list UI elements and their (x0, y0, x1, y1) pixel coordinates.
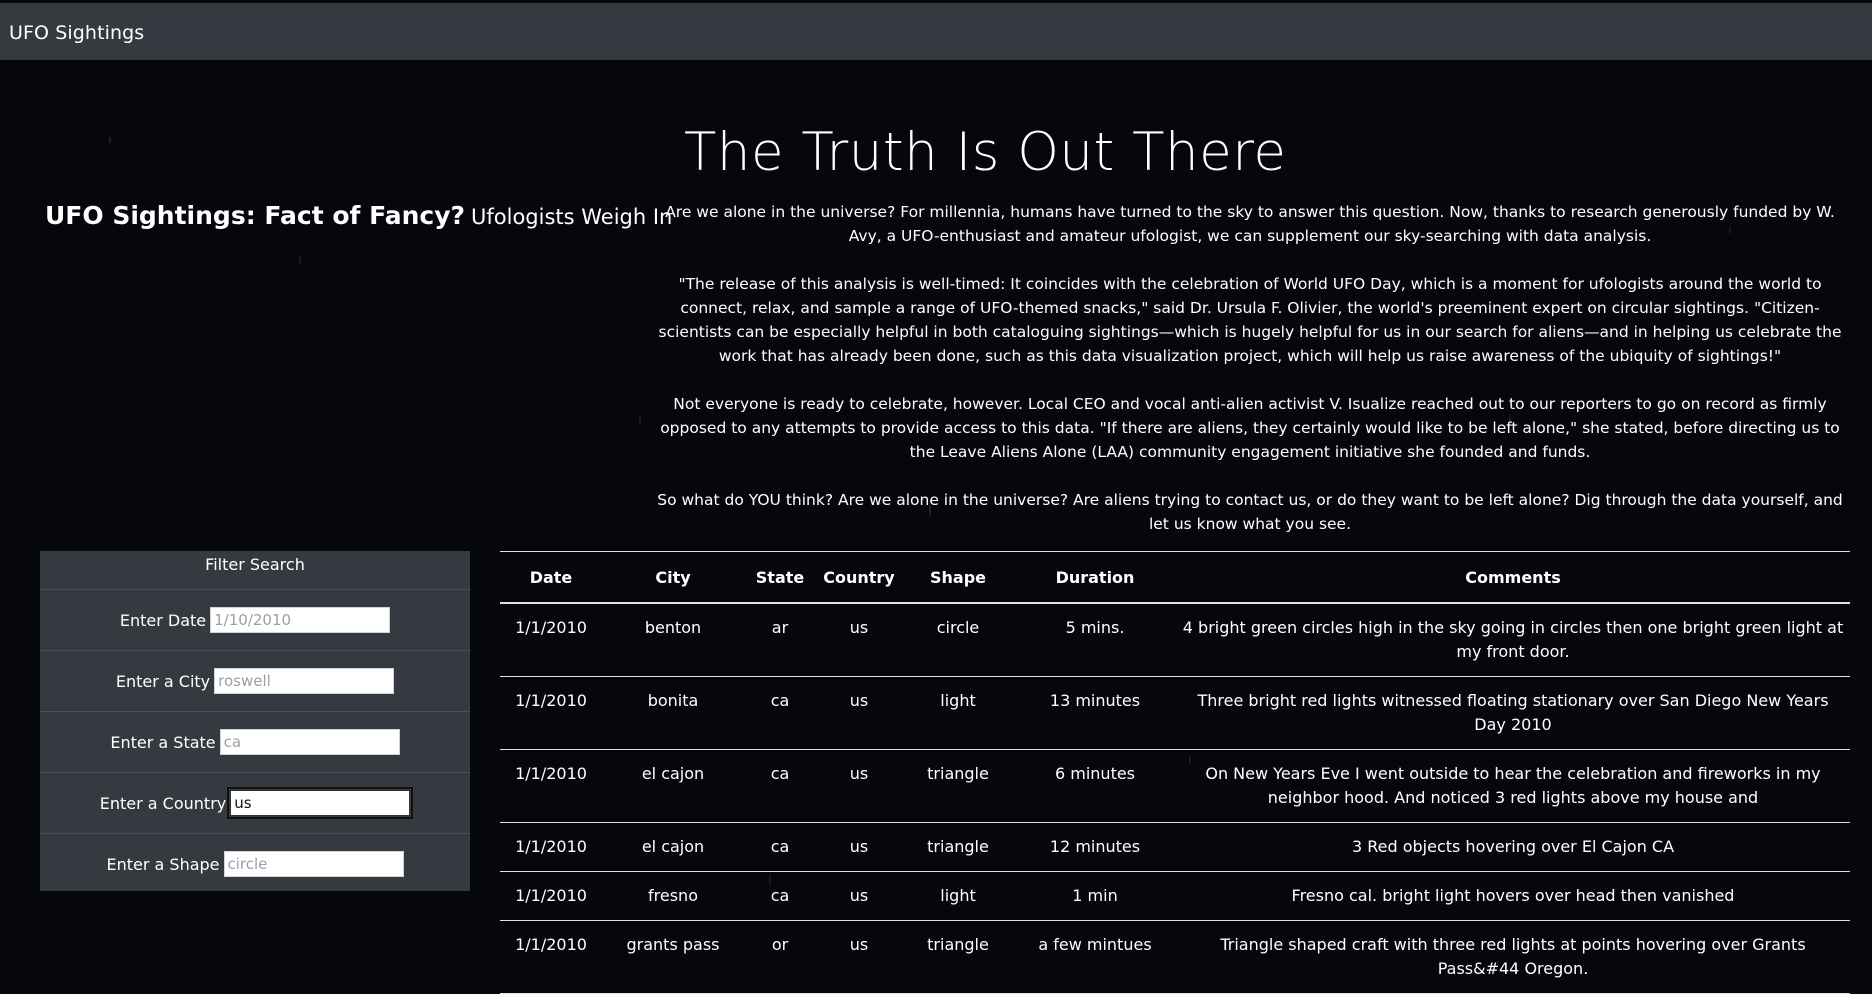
cell-duration: 5 mins. (1014, 603, 1176, 677)
filter-row-city: Enter a City (40, 651, 470, 712)
date-label: Enter Date (119, 610, 207, 630)
cell-state: ca (744, 676, 816, 750)
header-country: Country (816, 551, 902, 604)
cell-date: 1/1/2010 (500, 603, 602, 677)
table-row: 1/1/2010 el cajon ca us triangle 6 minut… (500, 749, 1850, 823)
filter-panel-title: Filter Search (40, 551, 470, 590)
cell-date: 1/1/2010 (500, 676, 602, 750)
cell-duration: 6 minutes (1014, 749, 1176, 823)
cell-country: us (816, 871, 902, 921)
cell-state: ar (744, 603, 816, 677)
cell-date: 1/1/2010 (500, 871, 602, 921)
table-row: 1/1/2010 fresno ca us light 1 min Fresno… (500, 871, 1850, 921)
filter-panel: Filter Search Enter Date Enter a City En… (40, 551, 470, 891)
cell-state: ca (744, 871, 816, 921)
cell-city: el cajon (602, 749, 744, 823)
cell-state: ca (744, 822, 816, 872)
cell-city: bonita (602, 676, 744, 750)
cell-country: us (816, 822, 902, 872)
cell-date: 1/1/2010 (500, 749, 602, 823)
intro-paragraph: Are we alone in the universe? For millen… (665, 203, 1835, 245)
intro-paragraph: "The release of this analysis is well-ti… (658, 275, 1842, 365)
ufo-table: Date City State Country Shape Duration C… (500, 551, 1850, 994)
navbar-brand-link[interactable]: UFO Sightings (9, 22, 144, 44)
table-row: 1/1/2010 el cajon ca us triangle 12 minu… (500, 822, 1850, 872)
cell-comments: 4 bright green circles high in the sky g… (1176, 603, 1850, 677)
side-heading-title: UFO Sightings: Fact of Fancy? (45, 201, 466, 230)
cell-duration: a few mintues (1014, 920, 1176, 994)
intro-paragraph: So what do YOU think? Are we alone in th… (657, 491, 1843, 533)
cell-duration: 1 min (1014, 871, 1176, 921)
cell-shape: triangle (902, 920, 1014, 994)
state-input[interactable] (219, 729, 400, 755)
cell-date: 1/1/2010 (500, 920, 602, 994)
cell-comments: Triangle shaped craft with three red lig… (1176, 920, 1850, 994)
shape-input[interactable] (223, 851, 404, 877)
cell-shape: triangle (902, 749, 1014, 823)
cell-duration: 12 minutes (1014, 822, 1176, 872)
header-state: State (744, 551, 816, 604)
cell-shape: light (902, 676, 1014, 750)
cell-country: us (816, 676, 902, 750)
header-date: Date (500, 551, 602, 604)
table-row: 1/1/2010 bonita ca us light 13 minutes T… (500, 676, 1850, 750)
filter-row-shape: Enter a Shape (40, 834, 470, 894)
cell-comments: Three bright red lights witnessed floati… (1176, 676, 1850, 750)
table-header: Date City State Country Shape Duration C… (500, 551, 1850, 604)
cell-country: us (816, 749, 902, 823)
cell-shape: light (902, 871, 1014, 921)
cell-city: el cajon (602, 822, 744, 872)
header-duration: Duration (1014, 551, 1176, 604)
header-city: City (602, 551, 744, 604)
cell-city: benton (602, 603, 744, 677)
country-label: Enter a Country (99, 793, 227, 813)
city-label: Enter a City (115, 671, 211, 691)
cell-comments: 3 Red objects hovering over El Cajon CA (1176, 822, 1850, 872)
shape-label: Enter a Shape (106, 854, 220, 874)
cell-country: us (816, 920, 902, 994)
cell-duration: 13 minutes (1014, 676, 1176, 750)
state-label: Enter a State (110, 732, 216, 752)
cell-country: us (816, 603, 902, 677)
hero-title: The Truth Is Out There (684, 122, 1287, 183)
filter-row-state: Enter a State (40, 712, 470, 773)
cell-date: 1/1/2010 (500, 822, 602, 872)
city-input[interactable] (214, 668, 395, 694)
navbar: UFO Sightings (0, 3, 1872, 60)
cell-shape: circle (902, 603, 1014, 677)
country-input[interactable] (227, 787, 414, 819)
cell-shape: triangle (902, 822, 1014, 872)
filter-row-country: Enter a Country (40, 773, 470, 834)
cell-city: grants pass (602, 920, 744, 994)
intro-text: Are we alone in the universe? For millen… (655, 200, 1845, 560)
header-shape: Shape (902, 551, 1014, 604)
header-comments: Comments (1176, 551, 1850, 604)
cell-city: fresno (602, 871, 744, 921)
side-heading-subtitle: Ufologists Weigh In (471, 205, 673, 229)
cell-state: ca (744, 749, 816, 823)
table-row: 1/1/2010 grants pass or us triangle a fe… (500, 920, 1850, 994)
date-input[interactable] (210, 607, 391, 633)
table-row: 1/1/2010 benton ar us circle 5 mins. 4 b… (500, 603, 1850, 677)
side-heading: UFO Sightings: Fact of Fancy? Ufologists … (45, 201, 672, 230)
intro-paragraph: Not everyone is ready to celebrate, howe… (660, 395, 1840, 461)
filter-row-date: Enter Date (40, 590, 470, 651)
cell-comments: On New Years Eve I went outside to hear … (1176, 749, 1850, 823)
cell-state: or (744, 920, 816, 994)
cell-comments: Fresno cal. bright light hovers over hea… (1176, 871, 1850, 921)
